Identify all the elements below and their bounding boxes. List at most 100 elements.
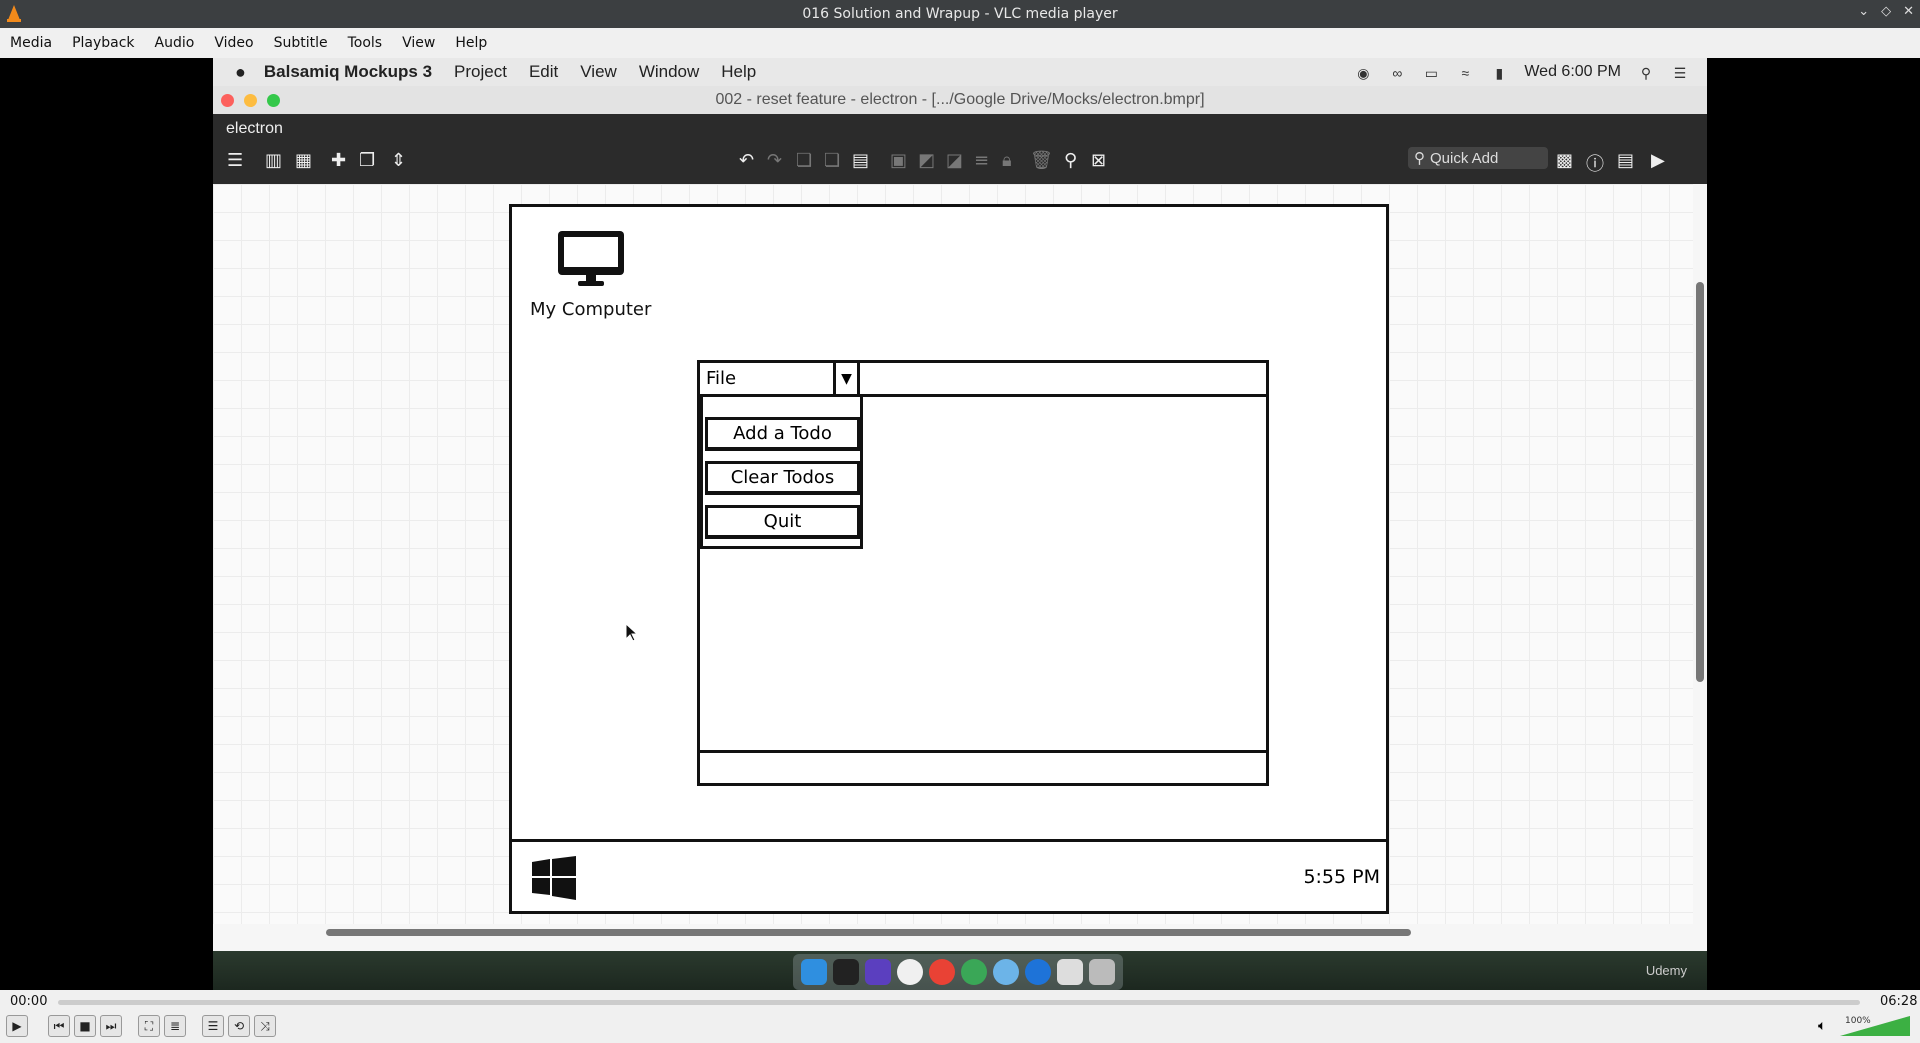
mouse-cursor-icon <box>626 624 638 642</box>
quit-button: Quit <box>705 505 860 539</box>
horizontal-scrollbar <box>213 924 1693 940</box>
file-dropdown-menu: Add a Todo Clear Todos Quit <box>700 397 863 549</box>
next-button[interactable]: ⏭ <box>100 1015 122 1037</box>
vlc-menu-bar: Media Playback Audio Video Subtitle Tool… <box>0 28 1920 58</box>
chrome-icon <box>929 959 955 985</box>
glasses-icon: ∞ <box>1392 65 1403 81</box>
current-time: 00:00 <box>10 994 48 1009</box>
send-back-icon: ◪ <box>946 150 964 171</box>
quick-add-input: ⚲ Quick Add <box>1408 147 1548 169</box>
loop-button[interactable]: ⟲ <box>228 1015 250 1037</box>
menu-help[interactable]: Help <box>445 35 497 51</box>
finder-icon <box>801 959 827 985</box>
feather-app-icon <box>865 959 891 985</box>
dropdown-arrow-icon: ▼ <box>836 363 860 397</box>
project-name: electron <box>226 120 283 137</box>
app-name: Balsamiq Mockups 3 <box>263 62 433 81</box>
vlc-control-bar: 00:00 06:28 ▶ ⏮ ■ ⏭ ⛶ ≣ ☰ ⟲ ⤨ 🔈︎ 100% <box>0 990 1920 1043</box>
my-computer-label: My Computer <box>530 299 652 320</box>
shuffle-button[interactable]: ⤨ <box>254 1015 276 1037</box>
menu-audio[interactable]: Audio <box>145 35 205 51</box>
horizontal-scroll-thumb <box>326 929 1411 936</box>
zoom-dot-icon <box>267 94 280 107</box>
browser-app-icon <box>1025 959 1051 985</box>
zoom-icon: ⚲ <box>1064 150 1078 171</box>
menu-tools[interactable]: Tools <box>338 35 393 51</box>
maximize-icon[interactable]: ◇ <box>1881 4 1891 19</box>
speaker-icon[interactable]: 🔈︎ <box>1818 1018 1826 1034</box>
redo-icon: ↷ <box>767 150 783 171</box>
computer-monitor-icon <box>558 231 624 286</box>
terminal-icon <box>833 959 859 985</box>
wifi-icon: ≈ <box>1461 65 1470 81</box>
play-button[interactable]: ▶ <box>6 1015 28 1037</box>
desktop-mockup: My Computer File ▼ Add a Todo Clear Todo… <box>509 204 1389 914</box>
previous-button[interactable]: ⏮ <box>48 1015 70 1037</box>
record-icon: ◉ <box>1357 65 1370 81</box>
close-icon[interactable]: ✕ <box>1903 4 1914 19</box>
vertical-scroll-thumb <box>1696 282 1704 682</box>
grid-view-icon: ▦ <box>295 150 313 171</box>
seek-bar[interactable] <box>58 1000 1860 1005</box>
trash-icon: 🗑︎ <box>1030 150 1053 171</box>
single-panel-icon: ▥ <box>265 150 283 171</box>
extended-settings-button[interactable]: ≣ <box>164 1015 186 1037</box>
electron-app-window: File ▼ Add a Todo Clear Todos Quit <box>697 360 1269 786</box>
menu-view[interactable]: View <box>392 35 445 51</box>
add-todo-button: Add a Todo <box>705 417 860 451</box>
document-icon <box>1057 959 1083 985</box>
smiley-app-icon <box>897 959 923 985</box>
mac-menu-project: Project <box>454 62 507 81</box>
mac-menu-help: Help <box>721 62 757 81</box>
battery-icon: ▮ <box>1495 65 1504 81</box>
paste-icon: ▤ <box>852 150 870 171</box>
vertical-scrollbar <box>1693 184 1707 924</box>
airplay-icon: ▭ <box>1424 65 1438 81</box>
undo-icon: ↶ <box>739 150 755 171</box>
video-area[interactable]: ● Balsamiq Mockups 3 Project Edit View W… <box>0 58 1920 996</box>
mac-menu-view: View <box>580 62 617 81</box>
hamburger-menu-icon: ☰ <box>227 150 244 171</box>
spotlight-search-icon: ⚲ <box>1640 65 1652 81</box>
taskbar: 5:55 PM <box>512 839 1386 911</box>
volume-label: 100% <box>1845 1016 1871 1026</box>
present-icon: ▶ <box>1651 150 1665 171</box>
fullscreen-button[interactable]: ⛶ <box>138 1015 160 1037</box>
total-time: 06:28 <box>1880 994 1918 1009</box>
balsamiq-window-title: 002 - reset feature - electron - [.../Go… <box>715 91 1205 108</box>
bring-front-icon: ◩ <box>918 150 936 171</box>
mac-menu-bar: ● Balsamiq Mockups 3 Project Edit View W… <box>213 58 1707 86</box>
vlc-cone-icon <box>7 5 21 22</box>
menu-media[interactable]: Media <box>0 35 62 51</box>
minimize-icon[interactable]: ⌄ <box>1858 4 1869 19</box>
clear-todos-button: Clear Todos <box>705 461 860 495</box>
udemy-watermark: Udemy <box>1645 963 1687 978</box>
mac-dock: Udemy <box>213 951 1707 993</box>
add-icon: ✚ <box>331 150 347 171</box>
playlist-button[interactable]: ☰ <box>202 1015 224 1037</box>
mac-menu-window: Window <box>638 62 700 81</box>
settings-app-icon <box>993 959 1019 985</box>
properties-icon: ▤ <box>1617 150 1635 171</box>
reorder-icon: ⇕ <box>391 150 407 171</box>
menu-subtitle[interactable]: Subtitle <box>264 35 338 51</box>
stop-button[interactable]: ■ <box>74 1015 96 1037</box>
group-icon: ▣ <box>890 150 908 171</box>
globe-app-icon <box>961 959 987 985</box>
lock-icon: 🔒︎ <box>1002 150 1012 171</box>
menu-playback[interactable]: Playback <box>62 35 144 51</box>
balsamiq-window: 002 - reset feature - electron - [.../Go… <box>213 86 1707 996</box>
close-dot-icon <box>221 94 234 107</box>
cut-icon: ❏ <box>824 150 841 171</box>
menubar-divider <box>860 394 1266 397</box>
trash-bin-icon <box>1089 959 1115 985</box>
window-title: 016 Solution and Wrapup - VLC media play… <box>802 6 1118 22</box>
align-icon: ≡ <box>974 150 990 171</box>
menu-video[interactable]: Video <box>204 35 263 51</box>
balsamiq-title-bar: 002 - reset feature - electron - [.../Go… <box>213 86 1707 114</box>
taskbar-clock: 5:55 PM <box>1303 866 1380 888</box>
minimize-dot-icon <box>244 94 257 107</box>
status-divider <box>700 750 1266 753</box>
notification-list-icon: ☰ <box>1673 65 1687 81</box>
mockup-canvas: My Computer File ▼ Add a Todo Clear Todo… <box>213 184 1693 924</box>
